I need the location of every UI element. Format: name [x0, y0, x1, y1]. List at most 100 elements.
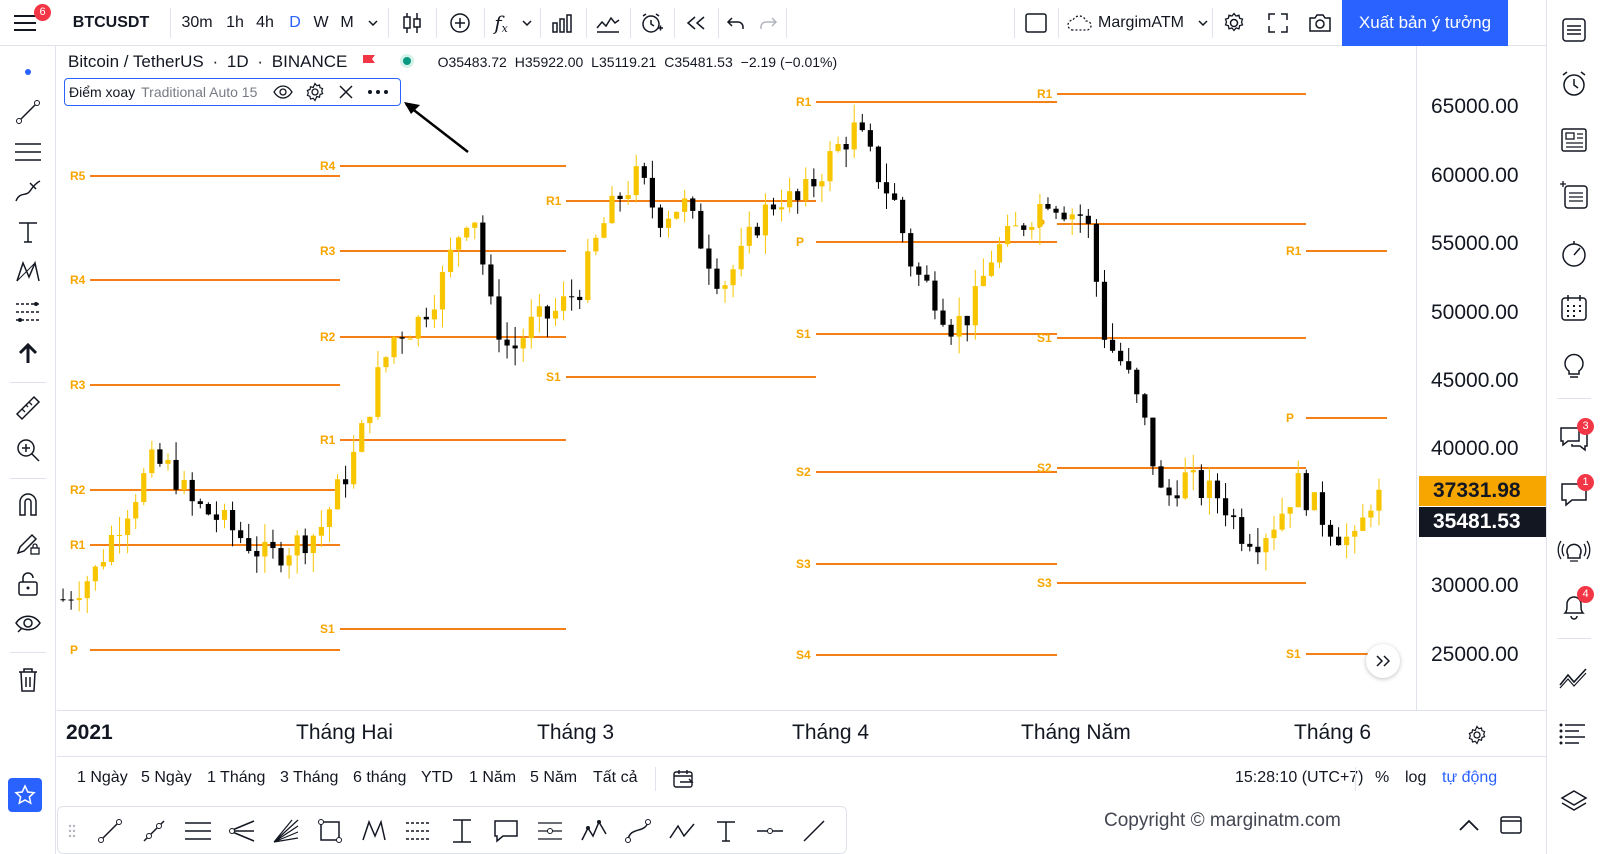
arrow-tool[interactable]: [8, 336, 48, 372]
draw-text[interactable]: [708, 813, 744, 849]
draw-pitchfork[interactable]: [224, 813, 260, 849]
draw-horizontal-lines[interactable]: [180, 813, 216, 849]
range-1d[interactable]: 1 Ngày: [77, 769, 128, 787]
maximize-panel-button[interactable]: [1500, 816, 1522, 834]
trading-panel-button[interactable]: [1553, 658, 1595, 698]
favorites-button[interactable]: [8, 778, 42, 812]
scroll-to-realtime-button[interactable]: [1366, 644, 1400, 678]
draw-pattern[interactable]: [356, 813, 392, 849]
lock-drawing-tool[interactable]: [8, 526, 48, 562]
publish-idea-button[interactable]: Xuất bản ý tưởng: [1342, 0, 1508, 46]
alert-button[interactable]: [632, 0, 672, 46]
indicator-legend-row[interactable]: Điểm xoay Traditional Auto 15: [64, 78, 401, 106]
auto-toggle[interactable]: tự động: [1442, 769, 1497, 787]
flag-icon[interactable]: [362, 54, 376, 68]
indicators-button[interactable]: fx: [486, 0, 516, 46]
range-6m[interactable]: 6 tháng: [353, 769, 406, 787]
range-1y[interactable]: 1 Năm: [469, 769, 516, 787]
draw-date-range[interactable]: [532, 813, 568, 849]
text-tool[interactable]: [8, 214, 48, 250]
indicators-dropdown[interactable]: [516, 0, 538, 46]
data-window-button[interactable]: [1553, 176, 1595, 216]
templates-button[interactable]: [588, 0, 628, 46]
remove-tool[interactable]: [8, 662, 48, 698]
pattern-tool[interactable]: [8, 254, 48, 290]
range-5d[interactable]: 5 Ngày: [141, 769, 192, 787]
trend-line-tool[interactable]: [8, 94, 48, 130]
indicator-remove-button[interactable]: [338, 84, 354, 100]
interval-d[interactable]: D: [282, 0, 308, 46]
draw-line-segment[interactable]: [796, 813, 832, 849]
collapse-panel-button[interactable]: [1458, 818, 1480, 832]
draw-ray[interactable]: [136, 813, 172, 849]
lock-all-tool[interactable]: [8, 566, 48, 602]
calendar-button[interactable]: [1553, 288, 1595, 328]
undo-button[interactable]: [720, 0, 752, 46]
hide-tool[interactable]: [8, 606, 48, 642]
interval-dropdown[interactable]: [362, 0, 384, 46]
percent-toggle[interactable]: %: [1375, 769, 1389, 787]
draw-rectangle[interactable]: [312, 813, 348, 849]
draw-fan[interactable]: [268, 813, 304, 849]
cursor-tool[interactable]: [8, 54, 48, 90]
market-status-icon[interactable]: [399, 53, 415, 69]
horizontal-lines-tool[interactable]: [8, 134, 48, 170]
time-scale-settings-button[interactable]: [1467, 725, 1487, 745]
symbol-search[interactable]: BTCUSDT: [56, 0, 166, 46]
draw-curve[interactable]: [620, 813, 656, 849]
hotlists-button[interactable]: [1553, 234, 1595, 274]
draw-callout[interactable]: [488, 813, 524, 849]
main-menu-button[interactable]: 6: [6, 0, 51, 46]
interval-4h[interactable]: 4h: [250, 0, 280, 46]
brush-tool[interactable]: [8, 174, 48, 210]
news-button[interactable]: [1553, 120, 1595, 160]
range-1m[interactable]: 1 Tháng: [207, 769, 265, 787]
dom-button[interactable]: [1553, 714, 1595, 754]
range-3m[interactable]: 3 Tháng: [280, 769, 338, 787]
draw-polyline[interactable]: [664, 813, 700, 849]
layout-toggle-button[interactable]: [1016, 0, 1056, 46]
log-toggle[interactable]: log: [1405, 769, 1426, 787]
clock-timezone[interactable]: 15:28:10 (UTC+7): [1235, 769, 1364, 787]
draw-horizontal-line[interactable]: [752, 813, 788, 849]
measure-tool[interactable]: [8, 390, 48, 426]
goto-date-button[interactable]: [673, 769, 695, 789]
price-scale[interactable]: 65000.00 60000.00 55000.00 50000.00 4500…: [1416, 46, 1546, 710]
zoom-tool[interactable]: [8, 432, 48, 468]
indicator-more-button[interactable]: [367, 89, 389, 95]
ideas-button[interactable]: [1553, 346, 1595, 386]
draw-forecast[interactable]: [400, 813, 436, 849]
range-5y[interactable]: 5 Năm: [530, 769, 577, 787]
draw-trend-line[interactable]: [92, 813, 128, 849]
chart-type-button[interactable]: [392, 0, 432, 46]
indicator-visibility-button[interactable]: [273, 83, 293, 101]
notifications-button[interactable]: 4: [1553, 586, 1595, 626]
prediction-tool[interactable]: [8, 294, 48, 330]
time-scale[interactable]: 2021 Tháng Hai Tháng 3 Tháng 4 Tháng Năm…: [57, 710, 1546, 756]
object-tree-button[interactable]: [1553, 782, 1595, 822]
chats-button[interactable]: 3: [1553, 418, 1595, 458]
redo-button[interactable]: [752, 0, 784, 46]
messages-button[interactable]: 1: [1553, 474, 1595, 514]
range-all[interactable]: Tất cả: [593, 769, 637, 787]
layout-name-button[interactable]: MargimATM: [1060, 0, 1210, 46]
chart-pane[interactable]: R5 R4 R3 R2 R1 P R4 R3 R2 R1 S1 R1 S1 R1 P S1 S2 S3 S4 R1 P S…: [57, 46, 1546, 710]
draw-price-range[interactable]: [444, 813, 480, 849]
legend-pair[interactable]: Bitcoin / TetherUS: [68, 52, 204, 71]
streams-button[interactable]: [1553, 530, 1595, 570]
indicator-settings-button[interactable]: [305, 82, 325, 102]
compare-button[interactable]: [440, 0, 480, 46]
interval-m[interactable]: M: [334, 0, 360, 46]
magnet-tool[interactable]: [8, 486, 48, 522]
draw-elliott-wave[interactable]: [576, 813, 612, 849]
financials-button[interactable]: [542, 0, 582, 46]
range-ytd[interactable]: YTD: [421, 769, 453, 787]
settings-button[interactable]: [1214, 0, 1254, 46]
alerts-panel-button[interactable]: [1553, 64, 1595, 104]
interval-w[interactable]: W: [308, 0, 334, 46]
screenshot-button[interactable]: [1300, 0, 1340, 46]
drag-handle[interactable]: [62, 813, 82, 849]
interval-1h[interactable]: 1h: [220, 0, 250, 46]
watchlist-button[interactable]: [1553, 10, 1595, 50]
fullscreen-button[interactable]: [1258, 0, 1298, 46]
